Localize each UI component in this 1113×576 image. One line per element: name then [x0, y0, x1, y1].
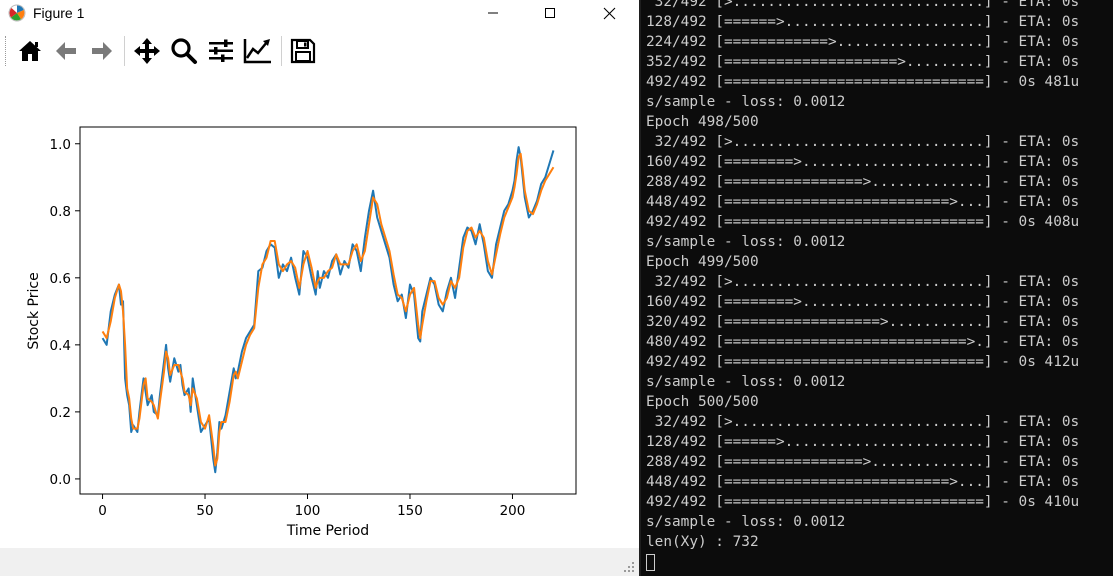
zoom-button[interactable] [168, 36, 200, 66]
x-tick-label: 200 [500, 503, 526, 519]
y-tick-label: 1.0 [50, 137, 71, 153]
y-tick-label: 0.4 [50, 338, 71, 354]
series-line-1 [101, 146, 555, 474]
x-axis-label: Time Period [286, 523, 369, 539]
x-tick-label: 0 [98, 503, 107, 519]
console-line: 492/492 [==============================]… [646, 354, 1080, 370]
console-line: 32/492 [>.............................] … [646, 0, 1080, 10]
console-line: 224/492 [============>.................]… [646, 34, 1080, 50]
home-icon [19, 41, 41, 61]
zoom-icon [171, 38, 197, 64]
console-output: 32/492 [>.............................] … [646, 0, 1079, 572]
console-line: 448/492 [==========================>...]… [646, 194, 1080, 210]
console-line: s/sample - loss: 0.0012 [646, 94, 846, 110]
close-button[interactable] [586, 0, 632, 26]
configure-subplots-button[interactable] [205, 36, 237, 66]
y-tick-label: 0.8 [50, 204, 71, 220]
maximize-icon [545, 8, 555, 18]
console-line: 492/492 [==============================]… [646, 214, 1080, 230]
line-chart: 0 50 100 150 200 0.0 0.2 0.4 0.6 0.8 1.0 Time Peri… [26, 126, 577, 539]
console-line: s/sample - loss: 0.0012 [646, 234, 846, 250]
console-line: 288/492 [================>.............]… [646, 454, 1080, 470]
figure-window: Figure 1 0 50 100 150 200 0.0 0.2 0.4 0.… [0, 0, 639, 576]
maximize-button[interactable] [527, 0, 573, 26]
forward-arrow-icon [92, 42, 112, 60]
console-line: 160/492 [========>.....................]… [646, 294, 1080, 310]
console-line: 288/492 [================>.............]… [646, 174, 1080, 190]
resize-grip-icon[interactable] [623, 561, 635, 573]
console-line: 32/492 [>.............................] … [646, 414, 1080, 430]
console-line: Epoch 498/500 [646, 114, 759, 130]
navigation-toolbar [0, 28, 639, 74]
status-bar [0, 548, 639, 576]
y-tick-label: 0.0 [50, 472, 71, 488]
matplotlib-logo-icon [8, 4, 26, 22]
save-icon [290, 38, 316, 64]
console-line: len(Xy) : 732 [646, 534, 759, 550]
forward-button[interactable] [86, 36, 118, 66]
console-line: 128/492 [======>.......................]… [646, 434, 1080, 450]
minimize-button[interactable] [470, 0, 516, 26]
y-tick-label: 0.6 [50, 271, 71, 287]
x-tick-label: 150 [397, 503, 423, 519]
axes-frame [79, 126, 577, 495]
console-line: 448/492 [==========================>...]… [646, 474, 1080, 490]
console-line: s/sample - loss: 0.0012 [646, 514, 846, 530]
console-line: 128/492 [======>.......................]… [646, 14, 1080, 30]
x-tick-label: 100 [295, 503, 321, 519]
back-arrow-icon [56, 42, 76, 60]
window-divider [639, 0, 641, 576]
toolbar-grip[interactable] [5, 36, 9, 66]
y-tick-label: 0.2 [50, 405, 71, 421]
figure-canvas[interactable]: 0 50 100 150 200 0.0 0.2 0.4 0.6 0.8 1.0 Time Peri… [0, 80, 639, 548]
title-bar[interactable]: Figure 1 [0, 0, 639, 26]
toolbar-separator [124, 36, 125, 66]
console-line: Epoch 499/500 [646, 254, 759, 270]
x-tick-label: 50 [196, 503, 213, 519]
pan-button[interactable] [131, 36, 163, 66]
pan-icon [134, 38, 160, 64]
subplots-icon [209, 39, 233, 62]
save-button[interactable] [287, 36, 319, 66]
series-layer [101, 146, 555, 474]
console-line: 32/492 [>.............................] … [646, 134, 1080, 150]
edit-axes-button[interactable] [242, 36, 274, 66]
toolbar-separator [281, 36, 282, 66]
console-line: 492/492 [==============================]… [646, 74, 1080, 90]
series-line-2 [101, 152, 555, 467]
minimize-icon [488, 12, 498, 14]
console-line: Epoch 500/500 [646, 394, 759, 410]
console-window[interactable]: 32/492 [>.............................] … [639, 0, 1113, 576]
console-line: 492/492 [==============================]… [646, 494, 1080, 510]
console-line: 352/492 [====================>.........]… [646, 54, 1080, 70]
console-line: 320/492 [==================>...........]… [646, 314, 1080, 330]
console-line: s/sample - loss: 0.0012 [646, 374, 846, 390]
console-prompt-line[interactable] [646, 552, 1079, 572]
back-button[interactable] [50, 36, 82, 66]
window-title: Figure 1 [33, 5, 85, 21]
home-button[interactable] [14, 36, 46, 66]
console-line: 32/492 [>.............................] … [646, 274, 1080, 290]
text-cursor [646, 553, 655, 571]
edit-axes-icon [243, 39, 271, 64]
console-line: 480/492 [============================>.]… [646, 334, 1080, 350]
y-axis-label: Stock Price [26, 272, 42, 349]
close-icon [603, 7, 615, 19]
ticks-layer: 0 50 100 150 200 0.0 0.2 0.4 0.6 0.8 1.0 [50, 137, 526, 519]
console-line: 160/492 [========>.....................]… [646, 154, 1080, 170]
